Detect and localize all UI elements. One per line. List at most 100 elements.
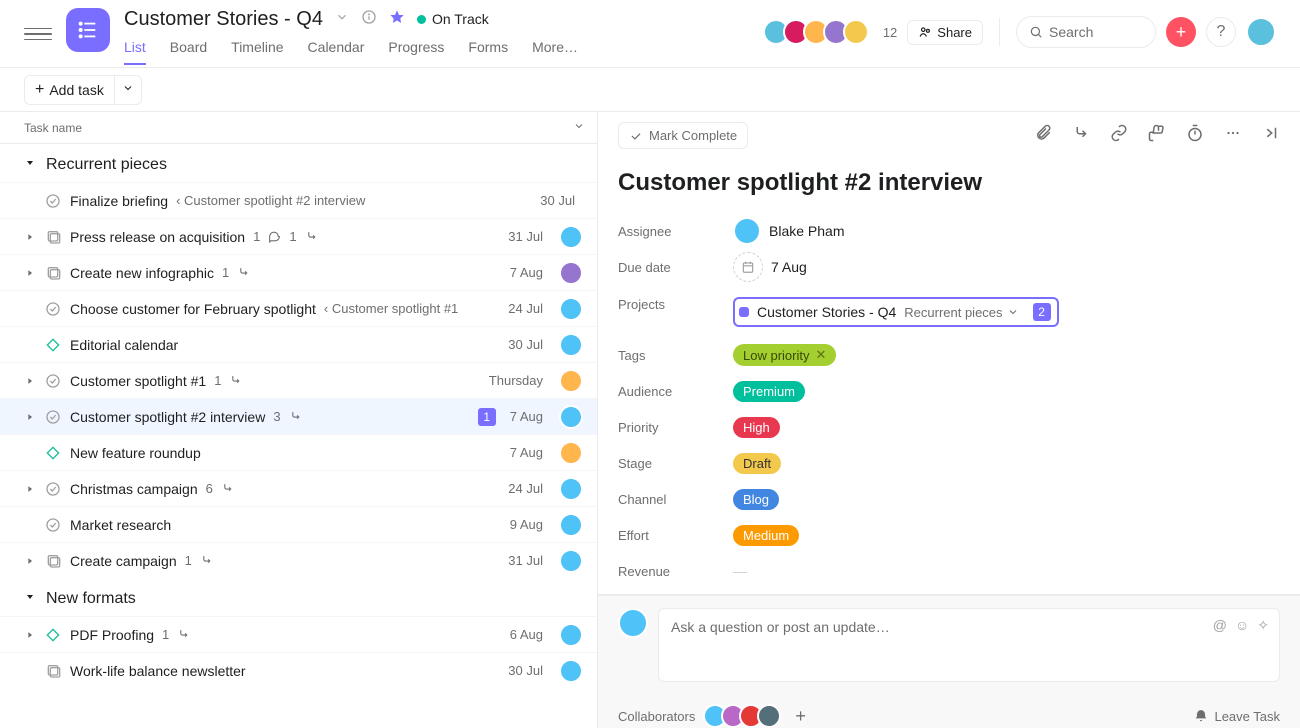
add-task-dropdown[interactable] [114,76,141,104]
check-icon[interactable] [44,481,62,497]
expand-icon[interactable] [24,412,36,422]
help-button[interactable]: ? [1206,17,1236,47]
like-icon[interactable] [1148,124,1166,147]
task-row[interactable]: Christmas campaign6 24 Jul [0,470,597,506]
assignee-avatar[interactable] [559,225,583,249]
tab-timeline[interactable]: Timeline [231,39,283,65]
task-row[interactable]: Finalize briefing‹ Customer spotlight #2… [0,182,597,218]
task-row[interactable]: Press release on acquisition1 1 31 Jul [0,218,597,254]
channel-pill[interactable]: Blog [733,489,779,510]
share-button[interactable]: Share [907,20,983,45]
due-date-value[interactable]: 7 Aug [733,252,807,282]
status-pill[interactable]: On Track [417,11,489,29]
assignee-avatar[interactable] [559,405,583,429]
assignee-avatar[interactable] [559,623,583,647]
tab-progress[interactable]: Progress [388,39,444,65]
expand-icon[interactable] [24,484,36,494]
task-row[interactable]: PDF Proofing1 6 Aug [0,616,597,652]
audience-pill[interactable]: Premium [733,381,805,402]
project-assignment[interactable]: Customer Stories - Q4 Recurrent pieces 2 [733,297,1059,327]
assignee-avatar[interactable] [559,369,583,393]
appreciation-icon[interactable]: ✧ [1257,617,1269,634]
project-title[interactable]: Customer Stories - Q4 [124,8,323,31]
tab-board[interactable]: Board [170,39,207,65]
tab-calendar[interactable]: Calendar [308,39,365,65]
hamburger-menu[interactable] [24,20,52,48]
collapse-icon[interactable] [24,590,36,608]
projects-label: Projects [618,291,733,312]
search-input[interactable]: Search [1016,16,1156,48]
chevron-down-icon[interactable] [1007,306,1019,318]
assignee-avatar[interactable] [559,513,583,537]
user-avatar[interactable] [1246,17,1276,47]
revenue-value[interactable]: — [733,563,747,579]
mark-complete-button[interactable]: Mark Complete [618,122,748,149]
cards-icon[interactable] [44,265,62,281]
expand-icon[interactable] [24,232,36,242]
task-title[interactable]: Customer spotlight #2 interview [618,169,1280,197]
task-row[interactable]: New feature roundup7 Aug [0,434,597,470]
expand-icon[interactable] [24,556,36,566]
assignee-avatar[interactable] [559,477,583,501]
expand-icon[interactable] [24,630,36,640]
expand-icon[interactable] [24,376,36,386]
collaborators-stack[interactable] [709,704,781,728]
check-icon[interactable] [44,301,62,317]
at-mention-icon[interactable]: @ [1213,617,1227,634]
tab-forms[interactable]: Forms [468,39,508,65]
cards-icon[interactable] [44,553,62,569]
task-row[interactable]: Create campaign1 31 Jul [0,542,597,578]
task-row[interactable]: Work-life balance newsletter30 Jul [0,652,597,688]
check-icon[interactable] [44,373,62,389]
project-dropdown-icon[interactable] [335,10,349,29]
task-row[interactable]: Customer spotlight #2 interview3 17 Aug [0,398,597,434]
due-date: 7 Aug [510,445,543,460]
section-header[interactable]: Recurrent pieces [0,144,597,182]
milestone-icon[interactable] [44,445,62,461]
quick-add-button[interactable]: + [1166,17,1196,47]
column-menu-icon[interactable] [573,120,585,135]
assignee-avatar[interactable] [559,549,583,573]
tab-list[interactable]: List [124,39,146,65]
star-icon[interactable] [389,9,405,30]
milestone-icon[interactable] [44,627,62,643]
effort-pill[interactable]: Medium [733,525,799,546]
more-icon[interactable] [1224,124,1242,147]
cards-icon[interactable] [44,663,62,679]
close-pane-icon[interactable] [1262,124,1280,147]
members-stack[interactable] [769,19,869,45]
task-row[interactable]: Create new infographic1 7 Aug [0,254,597,290]
cards-icon[interactable] [44,229,62,245]
timer-icon[interactable] [1186,124,1204,147]
milestone-icon[interactable] [44,337,62,353]
check-icon[interactable] [44,193,62,209]
section-header[interactable]: New formats [0,578,597,616]
assignee-avatar[interactable] [559,659,583,683]
comment-input[interactable]: Ask a question or post an update… @ ☺ ✧ [658,608,1280,682]
emoji-icon[interactable]: ☺ [1235,617,1249,634]
expand-icon[interactable] [24,268,36,278]
attachment-icon[interactable] [1034,124,1052,147]
assignee-avatar[interactable] [559,441,583,465]
collapse-icon[interactable] [24,156,36,174]
check-icon[interactable] [44,409,62,425]
task-row[interactable]: Customer spotlight #11 Thursday [0,362,597,398]
link-icon[interactable] [1110,124,1128,147]
tab-more[interactable]: More… [532,39,578,65]
info-icon[interactable] [361,9,377,30]
add-collaborator-button[interactable]: + [795,706,806,727]
subtask-icon[interactable] [1072,124,1090,147]
task-row[interactable]: Market research9 Aug [0,506,597,542]
task-row[interactable]: Editorial calendar30 Jul [0,326,597,362]
tag-pill[interactable]: Low priority✕ [733,344,836,366]
assignee-avatar[interactable] [559,261,583,285]
priority-pill[interactable]: High [733,417,780,438]
assignee-avatar[interactable] [559,297,583,321]
stage-pill[interactable]: Draft [733,453,781,474]
check-icon[interactable] [44,517,62,533]
assignee-value[interactable]: Blake Pham [733,217,844,245]
assignee-avatar[interactable] [559,333,583,357]
leave-task-button[interactable]: Leave Task [1194,709,1280,724]
task-row[interactable]: Choose customer for February spotlight‹ … [0,290,597,326]
add-task-button[interactable]: +Add task [24,75,142,105]
